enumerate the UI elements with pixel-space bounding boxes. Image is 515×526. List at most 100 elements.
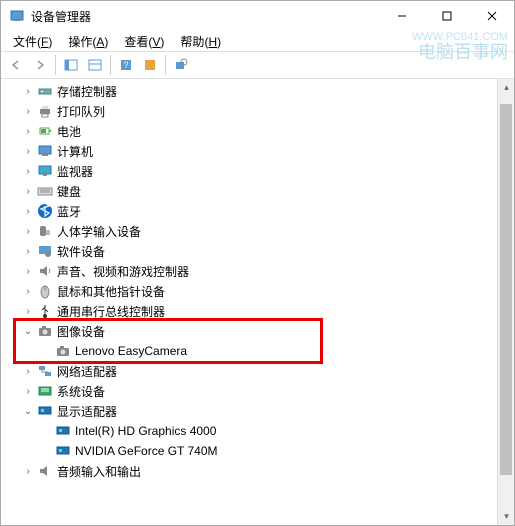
usb-icon (37, 303, 53, 319)
tree-item-label: 打印队列 (57, 103, 105, 120)
chevron-right-icon[interactable]: › (21, 104, 35, 118)
chevron-right-icon[interactable]: › (21, 464, 35, 478)
maximize-button[interactable] (424, 1, 469, 31)
tree-item[interactable]: › 音频输入和输出 (1, 461, 514, 481)
menu-help[interactable]: 帮助(H) (174, 32, 227, 51)
forward-button (29, 54, 51, 76)
tree-item[interactable]: › 打印队列 (1, 101, 514, 121)
window-title: 设备管理器 (31, 8, 379, 25)
tree-item-label: 系统设备 (57, 383, 105, 400)
toolbar-separator (55, 55, 56, 75)
tree-item-label: 通用串行总线控制器 (57, 303, 165, 320)
tree-item[interactable]: › 网络适配器 (1, 361, 514, 381)
chevron-right-icon[interactable]: › (21, 144, 35, 158)
tree-item[interactable]: › 监视器 (1, 161, 514, 181)
battery-icon (37, 123, 53, 139)
tree-item[interactable]: ⌄ 显示适配器 (1, 401, 514, 421)
scroll-down-arrow[interactable]: ▾ (498, 508, 514, 525)
svg-text:?: ? (123, 60, 128, 70)
scrollbar[interactable]: ▴ ▾ (497, 79, 514, 525)
chevron-right-icon[interactable]: › (21, 244, 35, 258)
chevron-right-icon[interactable]: › (21, 84, 35, 98)
app-icon (9, 8, 25, 24)
network-icon (37, 363, 53, 379)
display-icon (55, 443, 71, 459)
software-icon (37, 243, 53, 259)
menu-file[interactable]: 文件(F) (7, 32, 58, 51)
tree-item-label: 图像设备 (57, 323, 105, 340)
tree-item[interactable]: › 声音、视频和游戏控制器 (1, 261, 514, 281)
chevron-down-icon[interactable]: ⌄ (21, 324, 35, 338)
back-button (5, 54, 27, 76)
tree-item-label: 电池 (57, 123, 81, 140)
keyboard-icon (37, 183, 53, 199)
scroll-thumb[interactable] (500, 104, 512, 475)
tree-item[interactable]: › 蓝牙 (1, 201, 514, 221)
view-button[interactable] (60, 54, 82, 76)
menu-action[interactable]: 操作(A) (62, 32, 114, 51)
window-controls (379, 1, 514, 31)
tree-item-label: 人体学输入设备 (57, 223, 141, 240)
tree-item[interactable]: › 计算机 (1, 141, 514, 161)
tree-item-label: Lenovo EasyCamera (75, 344, 187, 358)
tree-item[interactable]: NVIDIA GeForce GT 740M (1, 441, 514, 461)
system-icon (37, 383, 53, 399)
chevron-right-icon[interactable]: › (21, 124, 35, 138)
scroll-up-arrow[interactable]: ▴ (498, 79, 514, 96)
scroll-track[interactable] (498, 96, 514, 508)
tree-item[interactable]: Lenovo EasyCamera (1, 341, 514, 361)
tree-item[interactable]: › 通用串行总线控制器 (1, 301, 514, 321)
tree-item[interactable]: › 键盘 (1, 181, 514, 201)
hid-icon (37, 223, 53, 239)
tree-item-label: 监视器 (57, 163, 93, 180)
tree-item-label: NVIDIA GeForce GT 740M (75, 444, 218, 458)
tree-item-label: 显示适配器 (57, 403, 117, 420)
close-button[interactable] (469, 1, 514, 31)
action-button[interactable] (139, 54, 161, 76)
tree-item-label: 网络适配器 (57, 363, 117, 380)
tree-item[interactable]: ›存储控制器 (1, 81, 514, 101)
tree-item-label: 声音、视频和游戏控制器 (57, 263, 189, 280)
tree-item-label: Intel(R) HD Graphics 4000 (75, 424, 216, 438)
chevron-right-icon[interactable]: › (21, 224, 35, 238)
tree-item[interactable]: › 电池 (1, 121, 514, 141)
tree-item[interactable]: › 人体学输入设备 (1, 221, 514, 241)
tree-item[interactable]: › 系统设备 (1, 381, 514, 401)
tree-item[interactable]: ⌄ 图像设备 (1, 321, 514, 341)
camera-icon (55, 343, 71, 359)
tree-item-label: 音频输入和输出 (57, 463, 141, 480)
chevron-right-icon[interactable]: › (21, 364, 35, 378)
device-manager-window: 设备管理器 文件(F) 操作(A) 查看(V) 帮助(H) WWW.PC841.… (0, 0, 515, 526)
tree-item[interactable]: › 鼠标和其他指针设备 (1, 281, 514, 301)
tree-item-label: 键盘 (57, 183, 81, 200)
chevron-right-icon[interactable]: › (21, 184, 35, 198)
tree-item[interactable]: ›软件设备 (1, 241, 514, 261)
chevron-right-icon[interactable]: › (21, 384, 35, 398)
chevron-right-icon[interactable]: › (21, 304, 35, 318)
tree-item-label: 鼠标和其他指针设备 (57, 283, 165, 300)
chevron-right-icon[interactable]: › (21, 164, 35, 178)
menubar: 文件(F) 操作(A) 查看(V) 帮助(H) WWW.PC841.COM 电脑… (1, 31, 514, 51)
device-tree[interactable]: ›存储控制器›打印队列›电池›计算机›监视器›键盘›蓝牙›人体学输入设备›软件设… (1, 79, 514, 525)
camera-icon (37, 323, 53, 339)
scan-button[interactable] (170, 54, 192, 76)
chevron-right-icon[interactable]: › (21, 284, 35, 298)
mouse-icon (37, 283, 53, 299)
sound-icon (37, 263, 53, 279)
tree-item-label: 蓝牙 (57, 203, 81, 220)
printer-icon (37, 103, 53, 119)
chevron-down-icon[interactable]: ⌄ (21, 404, 35, 418)
chevron-right-icon[interactable]: › (21, 264, 35, 278)
storage-icon (37, 83, 53, 99)
minimize-button[interactable] (379, 1, 424, 31)
help-button[interactable]: ? (115, 54, 137, 76)
tree-item[interactable]: Intel(R) HD Graphics 4000 (1, 421, 514, 441)
toolbar-separator (110, 55, 111, 75)
chevron-right-icon[interactable]: › (21, 204, 35, 218)
bluetooth-icon (37, 203, 53, 219)
toolbar: ? (1, 51, 514, 79)
show-hidden-button[interactable] (84, 54, 106, 76)
display-icon (37, 403, 53, 419)
tree-item-label: 计算机 (57, 143, 93, 160)
menu-view[interactable]: 查看(V) (118, 32, 170, 51)
